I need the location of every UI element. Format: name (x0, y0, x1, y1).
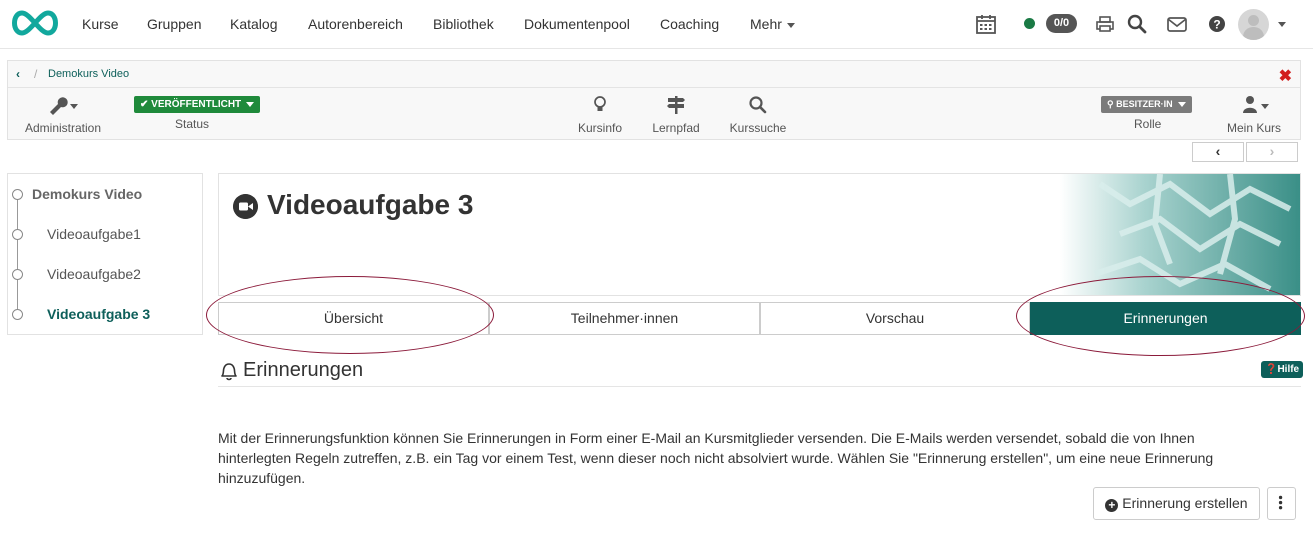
avatar-head (1248, 15, 1259, 26)
tree-node-icon (12, 189, 23, 200)
signpost-icon (667, 96, 685, 114)
help-icon: ❓ (1265, 364, 1278, 375)
wrench-icon (50, 97, 78, 115)
lernpfad-button[interactable]: Lernpfad (650, 95, 702, 135)
top-navigation: Kurse Gruppen Katalog Autorenbereich Bib… (0, 0, 1313, 49)
nav-coaching[interactable]: Coaching (660, 16, 719, 32)
section-divider (218, 386, 1301, 387)
kursinfo-label: Kursinfo (577, 121, 623, 135)
course-element-header: Videoaufgabe 3 (218, 173, 1301, 296)
menu-item-course-root[interactable]: Demokurs Video (32, 186, 142, 202)
header-decoration-image (1060, 174, 1300, 295)
menu-item-videoaufgabe3[interactable]: Videoaufgabe 3 (47, 306, 150, 322)
breadcrumb-course-link[interactable]: Demokurs Video (48, 68, 129, 80)
key-icon: ⚲ (1107, 99, 1114, 109)
plus-circle-icon: + (1105, 499, 1119, 512)
nav-gruppen[interactable]: Gruppen (147, 16, 201, 32)
user-icon (1243, 96, 1269, 113)
help-icon[interactable]: ? (1206, 13, 1228, 35)
help-button[interactable]: ❓Hilfe (1261, 361, 1304, 378)
administration-label: Administration (24, 121, 102, 135)
kurssuche-button[interactable]: Kurssuche (728, 95, 788, 135)
nav-kurse[interactable]: Kurse (82, 16, 119, 32)
svg-text:?: ? (1213, 18, 1220, 32)
more-options-button[interactable] (1267, 487, 1296, 520)
search-icon[interactable] (1126, 13, 1148, 35)
tab-erinnerungen[interactable]: Erinnerungen (1030, 302, 1301, 335)
breadcrumb: ‹ / Demokurs Video ✖ (8, 61, 1300, 88)
avatar[interactable] (1238, 9, 1269, 40)
lernpfad-label: Lernpfad (652, 121, 700, 135)
breadcrumb-separator: / (34, 67, 38, 81)
previous-page-button[interactable]: ‹ (1192, 142, 1244, 162)
nav-dokumentenpool[interactable]: Dokumentenpool (524, 16, 630, 32)
mein-kurs-menu[interactable]: Mein Kurs (1222, 95, 1286, 135)
chevron-down-icon (786, 22, 795, 28)
back-chevron-icon[interactable]: ‹ (16, 67, 20, 81)
tab-teilnehmer[interactable]: Teilnehmer·innen (489, 302, 760, 335)
tree-node-icon (12, 309, 23, 320)
nav-mehr-label: Mehr (750, 16, 782, 32)
openolat-logo[interactable] (8, 9, 62, 37)
kursinfo-button[interactable]: Kursinfo (574, 95, 626, 135)
online-status-icon[interactable] (1024, 18, 1035, 29)
print-icon[interactable] (1094, 13, 1116, 35)
menu-item-videoaufgabe1[interactable]: Videoaufgabe1 (47, 226, 141, 242)
tree-connector (17, 195, 18, 316)
nav-katalog[interactable]: Katalog (230, 16, 277, 32)
role-dropdown-button[interactable]: ⚲ BESITZER·IN (1101, 96, 1192, 113)
tab-uebersicht[interactable]: Übersicht (218, 302, 489, 335)
page-title: Videoaufgabe 3 (267, 189, 474, 220)
section-description: Mit der Erinnerungsfunktion können Sie E… (218, 430, 1214, 486)
course-menu-tree: Demokurs Video Videoaufgabe1 Videoaufgab… (7, 173, 203, 335)
bell-icon (221, 363, 237, 381)
tree-node-icon (12, 269, 23, 280)
status-label: Status (175, 117, 210, 131)
create-reminder-label: Erinnerung erstellen (1122, 495, 1248, 511)
help-label: Hilfe (1277, 364, 1300, 375)
nav-mehr[interactable]: Mehr (750, 16, 795, 32)
lightbulb-icon (594, 96, 606, 111)
search-icon (749, 96, 767, 114)
mail-icon[interactable] (1166, 13, 1188, 35)
check-icon: ✔ (140, 99, 149, 110)
role-button-label: BESITZER·IN (1116, 99, 1173, 109)
chevron-right-icon: › (1269, 143, 1275, 159)
avatar-body (1243, 27, 1264, 40)
vertical-ellipsis-icon (1278, 495, 1283, 510)
administration-menu[interactable]: Administration (23, 95, 103, 135)
tree-node-icon (12, 229, 23, 240)
calendar-icon[interactable] (975, 13, 997, 35)
chevron-down-icon (1177, 102, 1186, 108)
mein-kurs-label: Mein Kurs (1226, 121, 1282, 135)
status-button-label: VERÖFFENTLICHT (151, 99, 242, 110)
video-camera-icon (233, 194, 258, 219)
section-title: Erinnerungen (243, 359, 364, 381)
menu-item-videoaufgabe2[interactable]: Videoaufgabe2 (47, 266, 141, 282)
create-reminder-button[interactable]: + Erinnerung erstellen (1093, 487, 1260, 520)
role-label: Rolle (1134, 117, 1162, 131)
course-toolbar: ‹ / Demokurs Video ✖ Administration ✔ VE… (7, 60, 1301, 140)
next-page-button[interactable]: › (1246, 142, 1298, 162)
chat-badge[interactable]: 0/0 (1046, 14, 1077, 33)
nav-bibliothek[interactable]: Bibliothek (433, 16, 494, 32)
close-icon[interactable]: ✖ (1279, 66, 1292, 86)
nav-autorenbereich[interactable]: Autorenbereich (308, 16, 403, 32)
tab-vorschau[interactable]: Vorschau (760, 302, 1030, 335)
chevron-down-icon (246, 101, 255, 107)
chevron-down-icon[interactable] (1278, 22, 1286, 27)
status-dropdown-button[interactable]: ✔ VERÖFFENTLICHT (134, 96, 261, 113)
kurssuche-label: Kurssuche (729, 121, 787, 135)
chevron-left-icon: ‹ (1215, 143, 1221, 159)
